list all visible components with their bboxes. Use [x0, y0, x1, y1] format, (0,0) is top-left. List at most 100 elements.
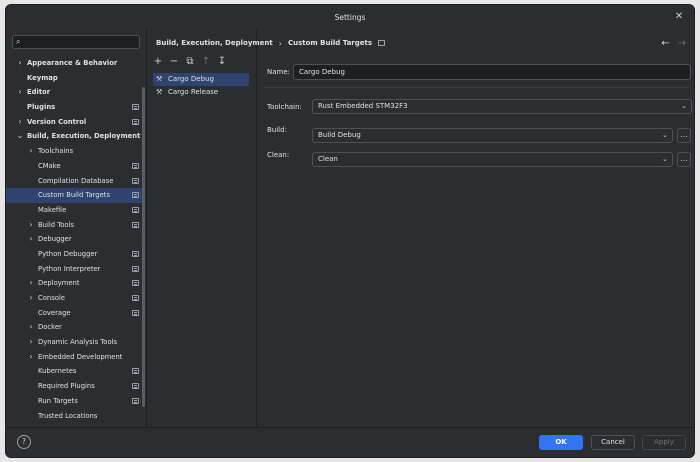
sidebar-item-makefile[interactable]: Makefile	[6, 203, 145, 218]
sidebar-item-appearance-behavior[interactable]: › Appearance & Behavior	[6, 56, 145, 71]
window-title: Settings	[334, 12, 366, 22]
sidebar-item-version-control[interactable]: › Version Control	[6, 115, 145, 130]
project-settings-icon	[132, 383, 139, 390]
target-item-cargo-debug[interactable]: ⚒ Cargo Debug	[153, 73, 249, 86]
sidebar-item-label: Kubernetes	[38, 367, 77, 376]
sidebar-item-docker[interactable]: › Docker	[6, 320, 145, 335]
navigation-arrows: ← →	[661, 38, 686, 49]
sidebar-item-coverage[interactable]: Coverage	[6, 306, 145, 321]
search-input[interactable]: ⌕	[12, 35, 140, 49]
project-settings-icon	[132, 206, 139, 213]
settings-dialog: Settings ✕ ⌕ › Appearance & Behavior Keyma…	[5, 4, 695, 458]
sidebar-item-label: Editor	[27, 88, 51, 97]
chevron-right-icon[interactable]: ›	[27, 276, 35, 291]
chevron-down-icon: ⌄	[662, 155, 668, 163]
project-settings-icon	[132, 265, 139, 272]
project-settings-icon	[132, 368, 139, 375]
target-item-cargo-release[interactable]: ⚒ Cargo Release	[153, 86, 249, 99]
ok-button[interactable]: OK	[539, 435, 583, 450]
chevron-right-icon[interactable]: ›	[16, 115, 24, 130]
back-arrow-icon[interactable]: ←	[661, 38, 669, 49]
sidebar-item-label: Version Control	[27, 117, 87, 126]
remove-target-button[interactable]: −	[169, 57, 179, 67]
sidebar-item-label: Makefile	[38, 205, 67, 214]
sidebar-item-label: CMake	[38, 161, 61, 170]
sidebar-item-label: Deployment	[38, 279, 80, 288]
project-settings-icon	[132, 250, 139, 257]
search-icon: ⌕	[16, 37, 21, 46]
sidebar-item-label: Run Targets	[38, 396, 78, 405]
copy-target-button[interactable]: ⧉	[185, 57, 195, 67]
sidebar-item-python-debugger[interactable]: Python Debugger	[6, 247, 145, 262]
clean-value: Clean	[318, 155, 338, 163]
chevron-down-icon: ⌄	[662, 131, 668, 139]
sidebar-item-console[interactable]: › Console	[6, 291, 145, 306]
sidebar-item-toolchains[interactable]: › Toolchains	[6, 144, 145, 159]
sidebar-item-build-tools[interactable]: › Build Tools	[6, 218, 145, 233]
clean-label: Clean:	[267, 151, 290, 159]
add-target-button[interactable]: +	[153, 57, 163, 67]
chevron-right-icon[interactable]: ›	[27, 320, 35, 335]
sidebar-item-python-interpreter[interactable]: Python Interpreter	[6, 262, 145, 277]
sidebar-item-run-targets[interactable]: Run Targets	[6, 394, 145, 409]
cancel-button[interactable]: Cancel	[591, 435, 635, 450]
sidebar-item-label: Plugins	[27, 103, 56, 112]
chevron-right-icon[interactable]: ›	[27, 218, 35, 233]
sidebar-item-debugger[interactable]: › Debugger	[6, 232, 145, 247]
sidebar-item-editor[interactable]: › Editor	[6, 85, 145, 100]
build-browse-button[interactable]: ...	[677, 128, 691, 143]
build-select[interactable]: Build Debug ⌄	[312, 128, 673, 143]
chevron-down-icon[interactable]: ⌄	[16, 129, 24, 144]
project-settings-icon	[132, 295, 139, 301]
sidebar-item-plugins[interactable]: Plugins	[6, 100, 145, 115]
chevron-right-icon[interactable]: ›	[27, 335, 35, 350]
sidebar-item-compilation-database[interactable]: Compilation Database	[6, 174, 145, 189]
sidebar-item-trusted-locations[interactable]: Trusted Locations	[6, 409, 145, 424]
chevron-right-icon[interactable]: ›	[27, 144, 35, 159]
help-button[interactable]: ?	[17, 435, 31, 449]
sidebar-item-label: Build, Execution, Deployment	[27, 132, 141, 141]
sidebar-item-cmake[interactable]: CMake	[6, 159, 145, 174]
sidebar-scrollbar[interactable]	[142, 87, 145, 407]
project-settings-icon	[132, 221, 139, 228]
sidebar-item-deployment[interactable]: › Deployment	[6, 276, 145, 291]
project-settings-icon	[132, 280, 139, 287]
chevron-right-icon[interactable]: ›	[16, 85, 24, 100]
project-settings-icon	[132, 309, 139, 316]
sidebar-item-keymap[interactable]: Keymap	[6, 71, 145, 86]
sidebar-item-required-plugins[interactable]: Required Plugins	[6, 379, 145, 394]
close-icon[interactable]: ✕	[673, 11, 685, 23]
chevron-right-icon[interactable]: ›	[16, 56, 24, 71]
project-settings-icon	[132, 177, 139, 184]
chevron-right-icon[interactable]: ›	[27, 291, 35, 306]
toolchain-label: Toolchain:	[267, 103, 302, 111]
clean-browse-button[interactable]: ...	[677, 152, 691, 167]
build-label: Build:	[267, 126, 287, 134]
settings-tree: › Appearance & Behavior Keymap › Editor Plugi…	[6, 56, 145, 423]
clean-select[interactable]: Clean ⌄	[312, 152, 673, 167]
chevron-right-icon[interactable]: ›	[27, 232, 35, 247]
title-bar: Settings ✕	[6, 5, 694, 29]
chevron-right-icon[interactable]: ›	[27, 350, 35, 365]
build-value: Build Debug	[318, 131, 361, 139]
sidebar-item-label: Embedded Development	[38, 352, 123, 361]
apply-button[interactable]: Apply	[642, 435, 686, 450]
toolchain-select[interactable]: Rust Embedded STM32F3 ⌄	[312, 99, 692, 114]
target-label: Cargo Release	[168, 87, 219, 96]
wrench-icon: ⚒	[156, 87, 163, 96]
move-down-button[interactable]: ↧	[217, 57, 227, 67]
sidebar-item-kubernetes[interactable]: Kubernetes	[6, 364, 145, 379]
project-settings-icon	[132, 118, 139, 125]
breadcrumb-current: Custom Build Targets	[287, 39, 373, 47]
sidebar-item-embedded-development[interactable]: › Embedded Development	[6, 350, 145, 365]
name-field[interactable]: Cargo Debug	[293, 64, 691, 80]
form-divider	[264, 87, 690, 88]
breadcrumb-parent[interactable]: Build, Execution, Deployment	[156, 39, 273, 47]
move-up-button[interactable]: ↑	[201, 57, 211, 67]
forward-arrow-icon[interactable]: →	[678, 38, 686, 49]
sidebar-item-label: Compilation Database	[38, 176, 114, 185]
sidebar-item-build-execution-deployment[interactable]: ⌄ Build, Execution, Deployment	[6, 129, 145, 144]
wrench-icon: ⚒	[156, 75, 163, 83]
sidebar-item-custom-build-targets[interactable]: Custom Build Targets	[6, 188, 145, 203]
sidebar-item-dynamic-analysis-tools[interactable]: › Dynamic Analysis Tools	[6, 335, 145, 350]
